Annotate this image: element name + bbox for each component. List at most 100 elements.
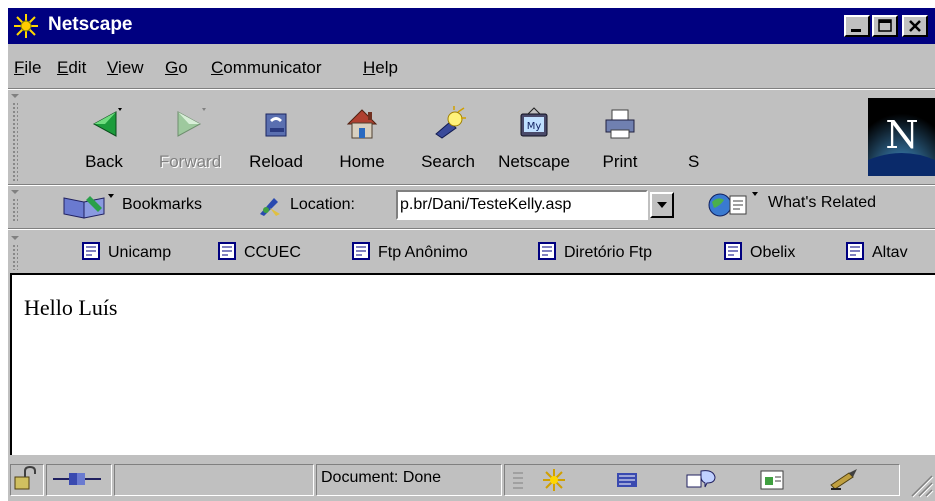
location-url-input[interactable]: p.br/Dani/TesteKelly.asp (396, 190, 648, 220)
menu-bar: File Edit View Go Communicator Help (8, 48, 935, 86)
bookmark-link-unicamp[interactable]: Unicamp (82, 242, 172, 262)
menu-communicator[interactable]: Communicator (211, 58, 322, 78)
whats-related-label: What's Related (768, 194, 876, 211)
bookmark-link-diretorio-ftp[interactable]: Diretório Ftp (538, 242, 653, 262)
location-toolbar-grip[interactable] (9, 188, 21, 224)
composer-component-icon[interactable] (757, 467, 787, 493)
search-flashlight-icon (435, 106, 466, 139)
printer-icon (605, 109, 635, 139)
security-button[interactable]: S (666, 100, 706, 180)
component-bar (504, 464, 900, 496)
navigator-component-icon[interactable] (539, 467, 569, 493)
connection-status[interactable] (46, 464, 112, 496)
nav-toolbar-grip[interactable] (9, 92, 21, 184)
menu-help[interactable]: Help (363, 58, 398, 78)
progress-bar (114, 464, 314, 496)
netscape-n-logo-icon: N (868, 98, 935, 176)
title-bar[interactable]: Netscape (8, 8, 935, 44)
connection-plug-icon (53, 473, 101, 485)
search-label: Search (421, 152, 475, 171)
svg-text:N: N (885, 113, 918, 157)
menu-file-label: ile (24, 58, 42, 77)
minimize-icon (851, 29, 861, 32)
security-label: S (688, 152, 700, 171)
netscape-logo[interactable]: N (868, 98, 935, 176)
search-button[interactable]: Search (408, 100, 488, 180)
print-button[interactable]: Print (580, 100, 660, 180)
bookmark-link-ccuec[interactable]: CCUEC (218, 242, 301, 262)
collapse-arrow-icon (11, 190, 19, 194)
svg-text:My: My (527, 121, 542, 132)
reload-label: Reload (249, 152, 303, 171)
my-netscape-icon: My (520, 107, 548, 137)
page-body-text: Hello Luís (24, 295, 118, 320)
bookmark-link-ftp-anonimo[interactable]: Ftp Anônimo (352, 242, 468, 262)
separator (8, 88, 935, 90)
collapse-arrow-icon (11, 94, 19, 98)
menu-edit[interactable]: Edit (57, 58, 86, 78)
forward-arrow-icon (177, 108, 206, 137)
separator (8, 228, 935, 230)
location-page-proxy-icon[interactable] (256, 194, 286, 218)
menu-file[interactable]: File (14, 58, 41, 78)
unlocked-padlock-icon (14, 465, 36, 490)
chevron-down-icon (657, 202, 667, 208)
location-dropdown-button[interactable] (650, 192, 674, 218)
reload-icon (265, 113, 287, 137)
maximize-icon (878, 19, 892, 32)
menu-view-label: iew (118, 58, 144, 77)
bookmark-page-icon (82, 242, 100, 260)
back-label: Back (85, 152, 123, 171)
menu-edit-label: dit (68, 58, 87, 77)
bookmark-label: Unicamp (108, 244, 172, 262)
page-content[interactable]: Hello Luís (10, 273, 935, 455)
back-button[interactable]: Back (64, 100, 144, 180)
back-arrow-icon (92, 108, 122, 137)
bookmark-link-obelix[interactable]: Obelix (724, 242, 796, 262)
whats-related-icon (708, 192, 758, 217)
status-text: Document: Done (321, 469, 442, 486)
close-button[interactable] (902, 15, 928, 37)
menu-help-label: elp (375, 58, 398, 77)
bookmark-label: CCUEC (244, 244, 301, 262)
discussion-groups-icon[interactable] (685, 467, 719, 493)
netscape-app-icon (12, 12, 40, 40)
bookmark-label: Diretório Ftp (564, 244, 653, 262)
conference-component-icon[interactable] (827, 467, 861, 493)
window-title: Netscape (48, 14, 133, 35)
bookmarks-icon (63, 194, 114, 219)
menu-view[interactable]: View (107, 58, 144, 78)
close-icon (909, 20, 921, 32)
menu-go[interactable]: Go (165, 58, 188, 78)
security-status[interactable] (10, 464, 44, 496)
my-netscape-button[interactable]: My Netscape (494, 100, 574, 180)
bookmark-page-icon (724, 242, 742, 260)
bookmark-page-icon (218, 242, 236, 260)
bookmark-page-icon (538, 242, 556, 260)
menu-communicator-label: ommunicator (223, 58, 322, 77)
collapse-arrow-icon (11, 236, 19, 240)
forward-label: Forward (158, 152, 222, 171)
print-label: Print (602, 152, 638, 171)
bookmark-label: Obelix (750, 244, 796, 262)
my-netscape-label: Netscape (498, 152, 570, 171)
bookmarks-label: Bookmarks (122, 196, 203, 213)
bookmark-link-altav[interactable]: Altav (846, 242, 908, 262)
browser-window: Netscape File Edit View Go Communicator … (8, 8, 935, 501)
minimize-button[interactable] (844, 15, 870, 37)
component-bar-grip-icon[interactable] (511, 469, 525, 491)
personal-toolbar-grip[interactable] (9, 234, 21, 272)
resize-grip-icon[interactable] (908, 472, 934, 498)
home-label: Home (339, 152, 385, 171)
personal-toolbar: Unicamp CCUEC Ftp Anônimo Diretório Ftp … (8, 234, 935, 272)
location-toolbar: Bookmarks Location: p.br/Dani/TesteKelly… (8, 186, 935, 226)
forward-button[interactable]: Forward (150, 100, 230, 180)
reload-button[interactable]: Reload (236, 100, 316, 180)
menu-go-label: o (178, 58, 188, 77)
mailbox-component-icon[interactable] (613, 467, 643, 493)
status-text-cell: Document: Done (316, 464, 502, 496)
location-label: Location: (290, 196, 355, 213)
maximize-button[interactable] (872, 15, 898, 37)
bookmark-page-icon (352, 242, 370, 260)
home-button[interactable]: Home (322, 100, 402, 180)
